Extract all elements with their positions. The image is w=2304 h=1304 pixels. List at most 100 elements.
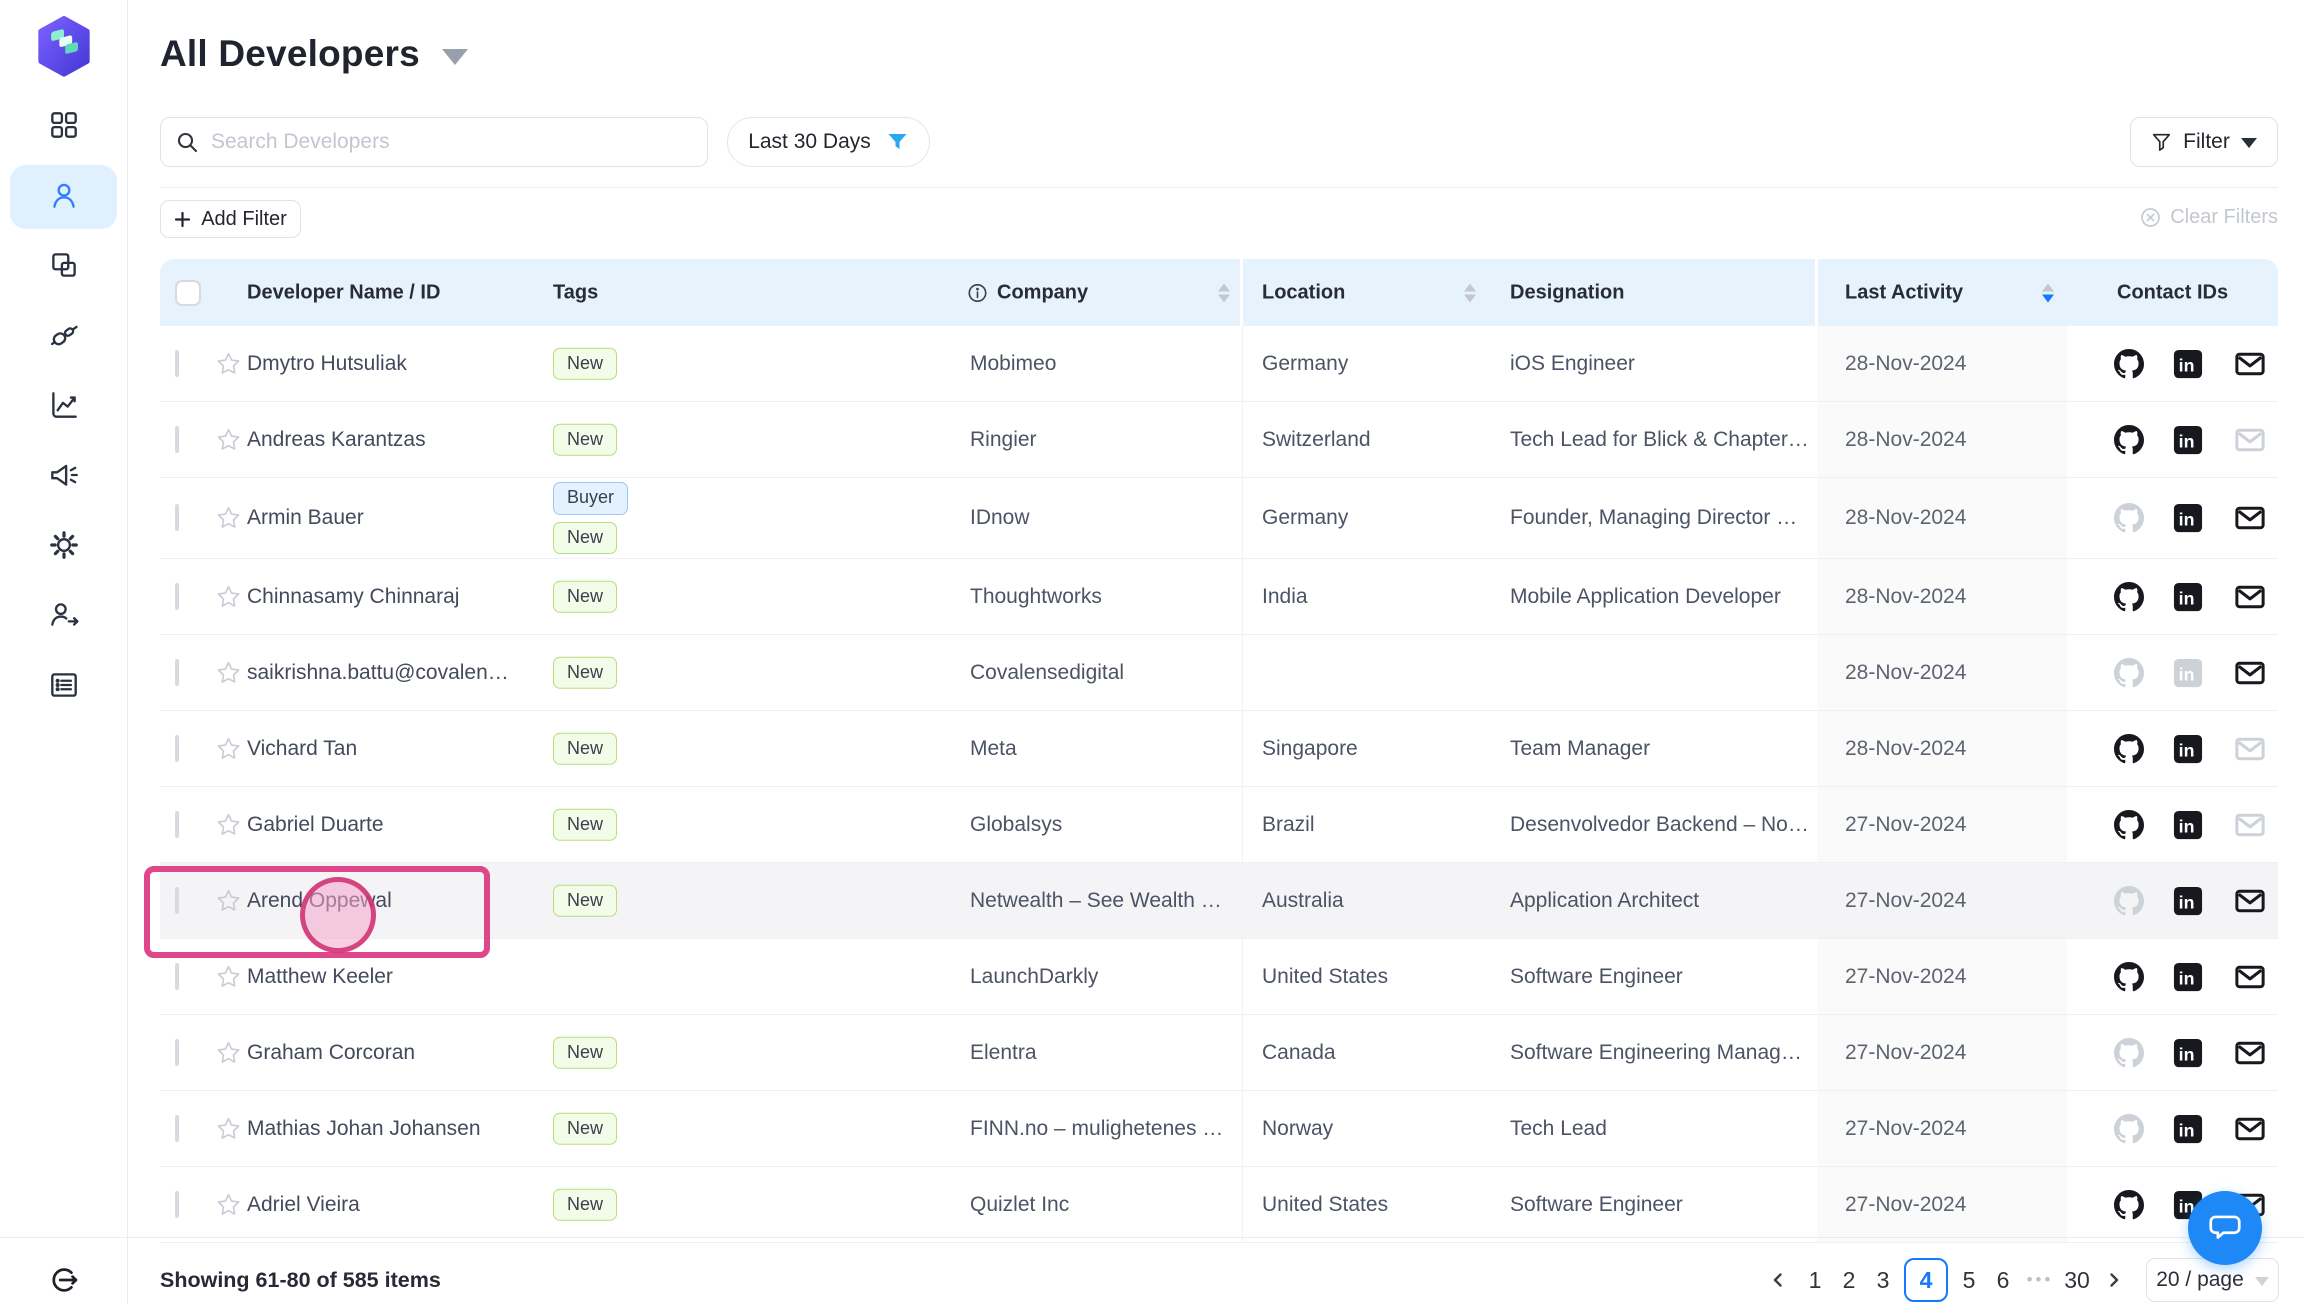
linkedin-icon[interactable]: in <box>2173 810 2203 840</box>
row-checkbox[interactable] <box>175 506 179 530</box>
sidebar-item-integrations[interactable] <box>10 305 117 369</box>
row-checkbox[interactable] <box>175 813 179 837</box>
linkedin-icon[interactable]: in <box>2173 1114 2203 1144</box>
email-icon[interactable] <box>2235 962 2265 992</box>
filter-button[interactable]: Filter <box>2130 117 2278 167</box>
column-header-company[interactable]: Company <box>967 281 1088 304</box>
linkedin-icon[interactable]: in <box>2173 886 2203 916</box>
table-row[interactable]: Mathias Johan Johansen New FINN.no – mul… <box>160 1091 2278 1167</box>
linkedin-icon[interactable]: in <box>2173 425 2203 455</box>
page-button-2[interactable]: 2 <box>1832 1258 1866 1302</box>
row-checkbox[interactable] <box>175 1193 179 1217</box>
sort-company[interactable] <box>1214 283 1230 302</box>
table-row[interactable]: Adriel Vieira New Quizlet Inc United Sta… <box>160 1167 2278 1243</box>
github-icon[interactable] <box>2114 349 2144 379</box>
clear-filters-button[interactable]: Clear Filters <box>2140 206 2278 229</box>
star-icon[interactable] <box>215 1039 242 1066</box>
linkedin-icon[interactable]: in <box>2173 658 2203 688</box>
star-icon[interactable] <box>215 811 242 838</box>
add-filter-button[interactable]: Add Filter <box>160 200 301 238</box>
developer-name[interactable]: saikrishna.battu@covalen… <box>247 661 509 685</box>
sort-location[interactable] <box>1460 283 1476 302</box>
table-row[interactable]: Chinnasamy Chinnaraj New Thoughtworks In… <box>160 559 2278 635</box>
table-row[interactable]: Dmytro Hutsuliak New Mobimeo Germany iOS… <box>160 326 2278 402</box>
page-size-select[interactable]: 20 / page <box>2146 1258 2279 1302</box>
page-button-1[interactable]: 1 <box>1798 1258 1832 1302</box>
star-icon[interactable] <box>215 1191 242 1218</box>
developer-name[interactable]: Adriel Vieira <box>247 1193 360 1217</box>
search-input[interactable] <box>209 129 707 155</box>
next-page-button[interactable] <box>2097 1258 2131 1302</box>
row-checkbox[interactable] <box>175 661 179 685</box>
developer-name[interactable]: Armin Bauer <box>247 506 364 530</box>
star-icon[interactable] <box>215 350 242 377</box>
email-icon[interactable] <box>2235 734 2265 764</box>
developer-name[interactable]: Mathias Johan Johansen <box>247 1117 481 1141</box>
email-icon[interactable] <box>2235 503 2265 533</box>
page-button-4[interactable]: 4 <box>1904 1258 1948 1302</box>
github-icon[interactable] <box>2114 582 2144 612</box>
page-button-3[interactable]: 3 <box>1866 1258 1900 1302</box>
table-row[interactable]: Armin Bauer BuyerNew IDnow Germany Found… <box>160 478 2278 559</box>
developer-name[interactable]: Chinnasamy Chinnaraj <box>247 585 459 609</box>
table-row[interactable]: Andreas Karantzas New Ringier Switzerlan… <box>160 402 2278 478</box>
github-icon[interactable] <box>2114 1114 2144 1144</box>
developer-name[interactable]: Arend Oppewal <box>247 889 392 913</box>
row-checkbox[interactable] <box>175 1117 179 1141</box>
star-icon[interactable] <box>215 426 242 453</box>
sidebar-item-user-transfer[interactable] <box>10 585 117 649</box>
row-checkbox[interactable] <box>175 737 179 761</box>
linkedin-icon[interactable]: in <box>2173 582 2203 612</box>
linkedin-icon[interactable]: in <box>2173 734 2203 764</box>
github-icon[interactable] <box>2114 1190 2144 1220</box>
email-icon[interactable] <box>2235 810 2265 840</box>
row-checkbox[interactable] <box>175 965 179 989</box>
linkedin-icon[interactable]: in <box>2173 1038 2203 1068</box>
date-range-button[interactable]: Last 30 Days <box>727 117 930 167</box>
linkedin-icon[interactable]: in <box>2173 503 2203 533</box>
developer-name[interactable]: Gabriel Duarte <box>247 813 384 837</box>
sort-last-activity[interactable] <box>2038 283 2054 302</box>
star-icon[interactable] <box>215 1115 242 1142</box>
star-icon[interactable] <box>215 583 242 610</box>
sidebar-item-dashboard[interactable] <box>10 95 117 159</box>
row-checkbox[interactable] <box>175 352 179 376</box>
developer-name[interactable]: Vichard Tan <box>247 737 357 761</box>
email-icon[interactable] <box>2235 349 2265 379</box>
github-icon[interactable] <box>2114 503 2144 533</box>
github-icon[interactable] <box>2114 962 2144 992</box>
app-logo[interactable] <box>36 16 92 74</box>
sidebar-item-developers[interactable] <box>10 165 117 229</box>
github-icon[interactable] <box>2114 886 2144 916</box>
github-icon[interactable] <box>2114 1038 2144 1068</box>
title-dropdown-caret-icon[interactable] <box>442 49 468 65</box>
github-icon[interactable] <box>2114 658 2144 688</box>
github-icon[interactable] <box>2114 734 2144 764</box>
table-row[interactable]: saikrishna.battu@covalen… New Covalensed… <box>160 635 2278 711</box>
page-ellipsis[interactable]: ••• <box>2020 1270 2060 1290</box>
prev-page-button[interactable] <box>1761 1258 1795 1302</box>
star-icon[interactable] <box>215 963 242 990</box>
sidebar-item-lists[interactable] <box>10 655 117 719</box>
email-icon[interactable] <box>2235 582 2265 612</box>
page-button-6[interactable]: 6 <box>1986 1258 2020 1302</box>
page-button-5[interactable]: 5 <box>1952 1258 1986 1302</box>
row-checkbox[interactable] <box>175 428 179 452</box>
developer-name[interactable]: Dmytro Hutsuliak <box>247 352 407 376</box>
table-row[interactable]: Vichard Tan New Meta Singapore Team Mana… <box>160 711 2278 787</box>
logout-icon[interactable] <box>45 1262 81 1298</box>
star-icon[interactable] <box>215 505 242 532</box>
table-row[interactable]: Arend Oppewal New Netwealth – See Wealth… <box>160 863 2278 939</box>
star-icon[interactable] <box>215 659 242 686</box>
sidebar-item-analytics[interactable] <box>10 375 117 439</box>
sidebar-item-settings[interactable] <box>10 515 117 579</box>
sidebar-item-workspaces[interactable] <box>10 235 117 299</box>
email-icon[interactable] <box>2235 886 2265 916</box>
github-icon[interactable] <box>2114 810 2144 840</box>
table-row[interactable]: Matthew Keeler LaunchDarkly United State… <box>160 939 2278 1015</box>
developer-name[interactable]: Graham Corcoran <box>247 1041 415 1065</box>
row-checkbox[interactable] <box>175 889 179 913</box>
star-icon[interactable] <box>215 887 242 914</box>
developer-name[interactable]: Matthew Keeler <box>247 965 393 989</box>
chat-fab-button[interactable] <box>2188 1191 2262 1265</box>
